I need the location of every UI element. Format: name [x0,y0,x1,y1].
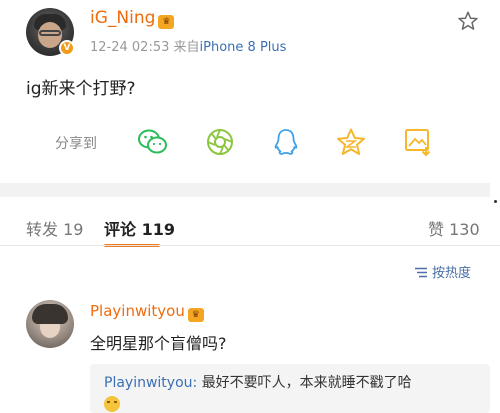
sort-by-hot-button[interactable]: 按热度 [414,262,471,281]
post-timestamp: 12-24 02:53 [90,40,170,55]
qq-icon[interactable] [270,127,302,157]
section-divider [0,183,490,197]
share-label: 分享到 [55,136,97,152]
post-meta: 12-24 02:53 来自iPhone 8 Plus [90,36,286,55]
divider-dot [494,200,497,203]
sort-lines-icon [415,267,427,278]
vip-crown-icon: ♛ [158,15,175,29]
post-text: ig新来个打野? [26,79,136,99]
wechat-icon[interactable] [137,127,169,157]
sort-label: 按热度 [432,266,472,281]
interaction-tabs: 转发 19 评论 119 赞 130 [0,208,500,248]
author-username-text[interactable]: iG_Ning [90,8,155,28]
device-link[interactable]: iPhone 8 Plus [200,40,287,55]
commenter-username-text[interactable]: Playinwityou [90,302,185,320]
verified-badge-icon: V [59,40,75,56]
qzone-icon[interactable] [335,127,367,157]
commenter-avatar-hair [32,304,68,324]
reply-text: 最好不要吓人，本来就睡不戳了哈 [201,375,412,391]
tab-likes-count: 130 [449,220,480,239]
tab-repost-label: 转发 [26,220,59,239]
share-row: 分享到 [0,125,500,161]
reply-line: Playinwityou: 最好不要吓人，本来就睡不戳了哈 [104,372,412,392]
tab-repost[interactable]: 转发 19 [26,216,83,240]
tab-comments-count: 119 [141,220,175,239]
avatar-glasses [39,30,61,36]
favorite-star-icon[interactable] [457,10,479,32]
post-header: V iG_Ning ♛ 12-24 02:53 来自iPhone 8 Plus [0,0,500,60]
commenter-vip-icon: ♛ [187,308,204,322]
tab-comments-label: 评论 [104,220,137,239]
commenter-avatar[interactable] [26,300,74,348]
comment-text: 全明星那个盲僧吗? [90,334,227,353]
commenter-username[interactable]: Playinwityou ♛ [90,302,204,322]
tab-likes-label: 赞 [428,220,445,239]
reply-preview[interactable]: Playinwityou: 最好不要吓人，本来就睡不戳了哈 [90,364,490,413]
tab-comments[interactable]: 评论 119 [104,216,175,240]
save-image-icon[interactable] [402,127,434,157]
tab-repost-count: 19 [63,220,84,239]
source-prefix: 来自 [173,40,200,55]
author-username[interactable]: iG_Ning ♛ [90,8,175,29]
reply-username[interactable]: Playinwityou: [104,375,197,391]
tabs-divider [0,245,500,246]
smile-emoji-icon [104,396,120,412]
moments-icon[interactable] [204,127,236,157]
tab-likes[interactable]: 赞 130 [428,216,480,240]
